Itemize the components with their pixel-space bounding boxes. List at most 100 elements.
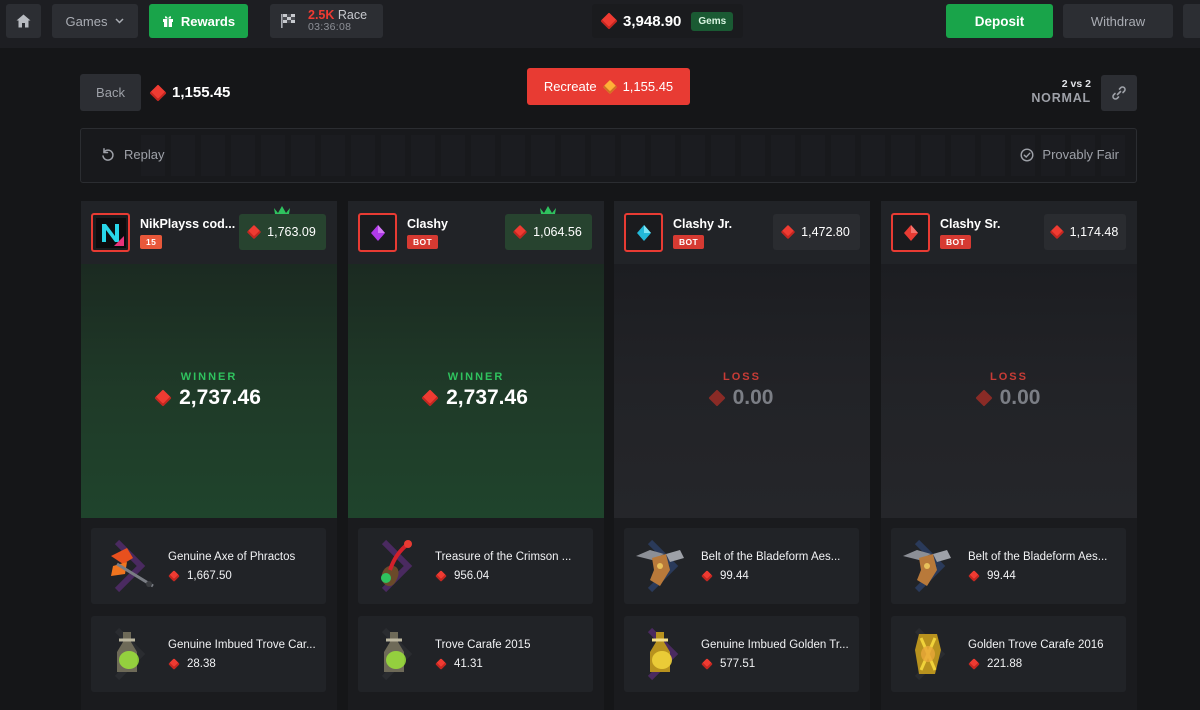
- result-label: WINNER: [447, 371, 505, 383]
- gem-icon: [602, 79, 617, 94]
- player-total-amount: 1,472.80: [801, 225, 850, 239]
- belt-item-icon: [903, 539, 951, 593]
- item-price-value: 99.44: [720, 570, 749, 582]
- player-header: NikPlayss cod... 15 1,763.09: [81, 201, 337, 264]
- menu-button[interactable]: [1183, 4, 1200, 38]
- carafe-item-icon: [114, 627, 146, 681]
- gem-icon: [421, 389, 439, 407]
- gem-icon: [513, 224, 528, 240]
- gem-icon: [149, 84, 167, 101]
- battle-mode: 2 vs 2 NORMAL: [1015, 77, 1091, 105]
- bot-badge: BOT: [940, 235, 972, 249]
- gem-icon: [168, 658, 180, 670]
- item-list: Treasure of the Crimson ... 956.04 Trove…: [348, 518, 604, 710]
- gem-icon: [168, 570, 180, 582]
- rewards-button[interactable]: Rewards: [149, 4, 248, 38]
- race-widget[interactable]: 2.5K Race 03:36:08: [270, 4, 383, 38]
- item-list: Belt of the Bladeform Aes... 99.44 Golde…: [881, 518, 1137, 710]
- avatar[interactable]: [624, 213, 663, 252]
- mode-players: 2 vs 2: [1061, 78, 1091, 90]
- check-circle-icon: [1020, 147, 1034, 162]
- race-flag-icon: [281, 14, 295, 28]
- race-label: Race: [337, 8, 368, 22]
- withdraw-button[interactable]: Withdraw: [1063, 4, 1173, 38]
- item-price-value: 1,667.50: [187, 570, 232, 582]
- item-price: 99.44: [968, 570, 1016, 582]
- result-amount-value: 2,737.46: [179, 386, 261, 409]
- item-card[interactable]: Belt of the Bladeform Aes... 99.44: [891, 528, 1126, 604]
- item-name: Treasure of the Crimson ...: [435, 551, 572, 563]
- player-header: Clashy Sr. BOT 1,174.48: [881, 201, 1137, 264]
- back-button[interactable]: Back: [80, 74, 141, 111]
- item-price: 41.31: [435, 658, 483, 670]
- item-card[interactable]: Belt of the Bladeform Aes... 99.44: [624, 528, 859, 604]
- item-name: Genuine Imbued Golden Tr...: [701, 639, 849, 651]
- top-navigation-bar: Games Rewards 2.5K Race 03:36:08 3,948.9…: [0, 0, 1200, 48]
- player-name[interactable]: NikPlayss cod...: [140, 217, 235, 231]
- item-name: Trove Carafe 2015: [435, 639, 531, 651]
- result-amount: 2,737.46: [81, 386, 337, 410]
- currency-badge: Gems: [691, 11, 734, 31]
- item-price: 28.38: [168, 658, 216, 670]
- item-price-value: 41.31: [454, 658, 483, 670]
- copy-link-button[interactable]: [1101, 75, 1137, 111]
- result-label: LOSS: [723, 371, 761, 383]
- item-price-value: 99.44: [987, 570, 1016, 582]
- battle-cost: 1,155.45: [149, 84, 230, 101]
- streamer-logo-icon: [95, 217, 126, 248]
- gem-icon: [701, 658, 713, 670]
- item-card[interactable]: Treasure of the Crimson ... 956.04: [358, 528, 593, 604]
- cyan-gem-icon: [636, 224, 651, 241]
- player-total-amount: 1,064.56: [533, 225, 582, 239]
- item-list: Genuine Axe of Phractos 1,667.50 Genuine…: [81, 518, 337, 710]
- games-label: Games: [65, 13, 108, 29]
- item-card[interactable]: Golden Trove Carafe 2016 221.88: [891, 616, 1126, 692]
- home-icon: [16, 14, 31, 28]
- gem-icon: [1049, 224, 1064, 240]
- games-dropdown[interactable]: Games: [52, 4, 138, 38]
- player-name[interactable]: Clashy: [407, 217, 448, 231]
- item-card[interactable]: Genuine Axe of Phractos 1,667.50: [91, 528, 326, 604]
- deposit-button[interactable]: Deposit: [946, 4, 1053, 38]
- item-card[interactable]: Trove Carafe 2015 41.31: [358, 616, 593, 692]
- player-total: 1,064.56: [505, 214, 592, 250]
- recreate-button[interactable]: Recreate 1,155.45: [527, 68, 690, 105]
- item-price-value: 956.04: [454, 570, 490, 582]
- player-total: 1,472.80: [773, 214, 860, 250]
- item-price: 577.51: [701, 658, 755, 670]
- player-header: Clashy Jr. BOT 1,472.80: [614, 201, 870, 264]
- gem-icon: [968, 658, 980, 670]
- race-amount: 2.5K: [308, 8, 335, 22]
- avatar[interactable]: [91, 213, 130, 252]
- avatar[interactable]: [358, 213, 397, 252]
- axe-item-icon: [111, 539, 154, 593]
- gift-icon: [162, 16, 173, 27]
- recreate-label: Recreate: [543, 79, 597, 94]
- avatar[interactable]: [891, 213, 930, 252]
- item-card[interactable]: Genuine Imbued Trove Car... 28.38: [91, 616, 326, 692]
- player-column: Clashy BOT 1,064.56 WINNER 2,737.46 Trea…: [348, 201, 604, 710]
- gem-icon: [435, 570, 447, 582]
- gem-icon: [600, 12, 618, 30]
- player-total: 1,763.09: [239, 214, 326, 250]
- home-button[interactable]: [6, 4, 41, 38]
- provably-fair-button[interactable]: Provably Fair: [1020, 147, 1119, 162]
- gem-icon: [247, 224, 262, 240]
- recreate-cost: 1,155.45: [622, 79, 674, 94]
- result-amount: 0.00: [614, 386, 870, 410]
- player-header: Clashy BOT 1,064.56: [348, 201, 604, 264]
- race-timer: 03:36:08: [308, 21, 352, 33]
- gem-icon: [154, 389, 172, 407]
- item-card[interactable]: Genuine Imbued Golden Tr... 577.51: [624, 616, 859, 692]
- result-amount-value: 0.00: [999, 386, 1041, 409]
- result-panel: WINNER 2,737.46: [81, 264, 337, 518]
- purple-gem-icon: [370, 224, 385, 241]
- player-name[interactable]: Clashy Jr.: [673, 217, 732, 231]
- replay-track: [81, 129, 1136, 182]
- replay-button[interactable]: Replay: [101, 147, 164, 162]
- result-amount-value: 0.00: [732, 386, 774, 409]
- result-panel: WINNER 2,737.46: [348, 264, 604, 518]
- item-name: Genuine Imbued Trove Car...: [168, 639, 316, 651]
- player-name[interactable]: Clashy Sr.: [940, 217, 1000, 231]
- treasure-item-icon: [381, 539, 413, 593]
